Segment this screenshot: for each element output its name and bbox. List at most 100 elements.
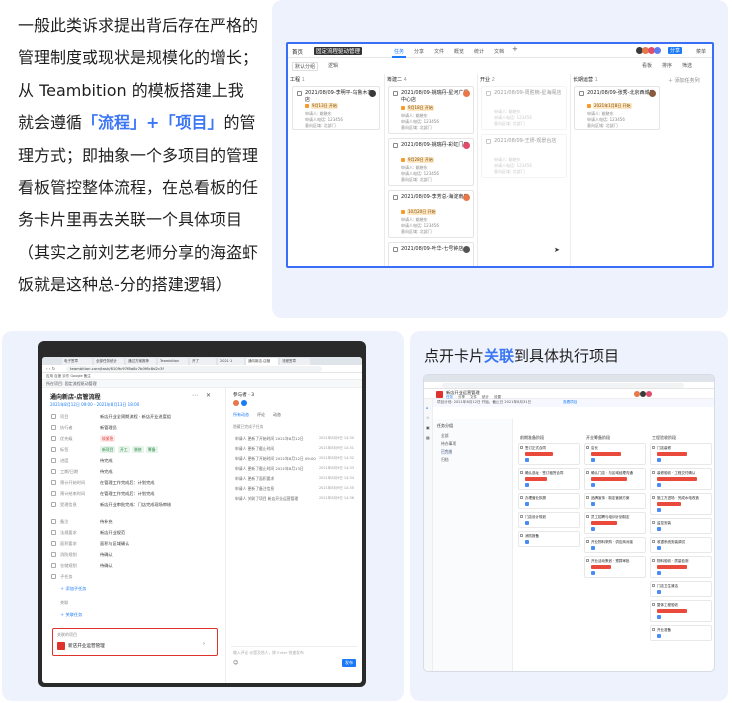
task-checkbox[interactable] [520,446,523,449]
field-row[interactable]: 法规要求 新店开业规范 [50,528,220,538]
hide-completed-toggle[interactable]: 隐藏已完成子任务 [233,424,263,430]
activity-tab-logs[interactable]: 动态 [273,412,281,418]
field-row[interactable]: 受理信息 新店开业审批完成：门店完成现场审核 [50,500,220,516]
browser-tab[interactable]: 全部任务统计 [94,358,124,365]
board-task-card[interactable]: 收银系统安装调试 [650,537,712,553]
field-row[interactable]: 备注 待补充 [50,517,220,527]
activity-tab-all[interactable]: 所有动态 [233,412,249,418]
tag-pill[interactable]: 筹备 [146,446,158,453]
member-avatar[interactable] [646,391,652,397]
chevron-right-icon[interactable]: › [203,641,205,647]
task-checkbox[interactable] [652,584,655,587]
field-row-tags[interactable]: 标签 新项目 开工 装修 筹备 [50,445,220,455]
task-checkbox[interactable] [652,446,655,449]
comment-box[interactable]: 输入评论 @提及他人，按 Enter 快速发布 ☺ 发布 [231,646,358,668]
task-checkbox[interactable] [393,91,398,96]
task-checkbox[interactable] [586,471,589,474]
tab-overview[interactable]: 概览 [454,48,464,55]
board-task-card[interactable]: 消防报备 [518,531,580,547]
task-checkbox[interactable] [586,559,589,562]
bookmarks-list[interactable]: 应用 百度 京东 Google 备注 [46,374,91,379]
field-row-subtasks[interactable]: 子任务 [50,572,220,582]
task-checkbox[interactable] [393,195,398,200]
tab-share[interactable]: 分享 [414,48,424,55]
tab-tasks[interactable]: 任务 [394,48,404,55]
member-avatar[interactable] [654,47,661,54]
task-checkbox[interactable] [652,521,655,524]
participant-avatar[interactable] [233,400,239,406]
board-task-card[interactable]: 签订正式合同 [518,443,580,465]
board-task-card[interactable]: 监控安装 [650,518,712,534]
project-switcher[interactable]: 固定流程驱动管理 [314,47,363,55]
board-task-card[interactable]: 装修验收 · 工程交付确认 [650,468,712,490]
tag-pill[interactable]: 新项目 [100,446,116,453]
activity-tab-comments[interactable]: 评论 [257,412,265,418]
task-checkbox[interactable] [652,628,655,631]
browser-tab[interactable]: 电子签章 [62,358,92,365]
close-icon[interactable]: ✕ [206,392,211,399]
board-task-card[interactable]: 开业物料采购 · 供应商对接 [584,537,646,553]
board-task-card[interactable]: 确认门店 · 与区域经理沟通 [584,468,646,490]
folder-icon[interactable]: ▣ [426,425,430,430]
board-task-card[interactable]: 店长 [584,443,646,465]
filter-button[interactable]: 筛选 [682,62,692,69]
task-checkbox[interactable] [579,91,584,96]
task-checkbox[interactable] [486,139,491,144]
tab-files[interactable]: 文件 [434,48,444,55]
add-link-button[interactable]: ＋ 关联任务 [60,612,82,618]
address-bar[interactable] [442,383,684,388]
task-checkbox[interactable] [393,247,398,252]
task-checkbox[interactable] [586,515,589,518]
sidebar-item[interactable]: 待办事项 [441,441,456,447]
linked-project-name[interactable]: 新店开业运营管理 [68,643,105,649]
home-icon[interactable]: ⌂ [426,405,429,410]
view-button[interactable]: 看板 [642,62,652,69]
address-bar[interactable]: teambition.com/task/6109c97f8a8c7b0f6c8d… [66,366,322,372]
board-task-card[interactable]: 办理营业执照 [518,493,580,509]
send-button[interactable]: 发布 [342,659,356,667]
field-row[interactable]: 工期/日期 待完成 [50,467,220,477]
tag-pill[interactable]: 装修 [132,446,144,453]
task-card[interactable]: 2021/08/09-张秀-北京西城店 2021年1月8日 开始 申请人: 姚晓… [574,86,660,130]
task-checkbox[interactable] [586,540,589,543]
task-checkbox[interactable] [486,91,491,96]
board-task-card[interactable]: 开业活动策划 · 预算审批 [584,556,646,578]
task-card[interactable]: 2021/08/09-姚瑞丹-星河广场中心店 9月18日 开始 申请人: 姚晓东… [388,86,474,134]
add-tab-icon[interactable]: + [512,45,518,53]
board-task-card[interactable]: 员工招聘与培训计划制定 [584,512,646,534]
board-task-card[interactable]: 确认选址 · 签订租赁合同 [518,468,580,490]
browser-tab[interactable]: 开了 [190,358,216,365]
task-time-range[interactable]: 2021年8月12日 09:00 - 2021年8月13日 18:00 [50,402,139,408]
logic-filter-button[interactable]: 逻辑 [328,62,338,69]
task-checkbox[interactable] [297,91,302,96]
task-checkbox[interactable] [520,515,523,518]
field-row[interactable]: 消防规划 待确认 [50,550,220,560]
field-row[interactable]: 预计结束时间 在管理工作完成后：计划完成 [50,489,220,499]
task-card[interactable]: 2021/08/09-姚瑞丹-彩虹门店 9月28日 开始 申请人: 姚晓东 申请… [388,138,474,186]
field-row-priority[interactable]: 优先级 较紧急 [50,434,220,444]
field-row[interactable]: 面积要求 面积与区域确认 [50,539,220,549]
task-checkbox[interactable] [652,496,655,499]
sidebar-item-active[interactable]: 已完成 [441,449,453,455]
task-card[interactable]: 2021/08/09-叶华-七号钟店 [388,242,474,266]
field-row[interactable]: 仓储规划 待确认 [50,561,220,571]
task-checkbox[interactable] [586,446,589,449]
field-row-project[interactable]: 项目 新店开业全周期流程 · 新店开业进度组 [50,412,220,422]
group-by-button[interactable]: 默认分组 [292,62,319,71]
banner-link[interactable]: 查看项目 [563,400,577,405]
browser-tab[interactable]: 流程签章 [280,358,310,365]
board-task-card[interactable]: 施工方进场 · 完成水电改造 [650,493,712,515]
sidebar-item[interactable]: 全部 [441,433,449,439]
task-checkbox[interactable] [393,143,398,148]
add-subtask-button[interactable]: ＋ 添加子任务 [60,586,86,592]
nav-arrows-icon[interactable]: ‹ › ↻ [46,366,55,371]
task-card[interactable]: 2021/08/09-王妍-观景台店 申请人: 姚晓东 申请人电话: 12345… [481,134,567,178]
comment-input[interactable]: 输入评论 @提及他人，按 Enter 快速发布 [233,650,304,656]
star-icon[interactable]: ☆ [426,415,430,420]
task-card[interactable]: 2021/08/09-周胜楠-星海阁店 申请人: 姚晓东 申请人电话: 1234… [481,86,567,130]
calendar-icon[interactable]: ▦ [426,435,430,440]
task-card[interactable]: 2021/08/09-李芳总-海淀南店 10月20日 开始 申请人: 姚晓东 申… [388,190,474,238]
sidebar-item[interactable]: 归档 [441,457,449,463]
field-row[interactable]: 预计开始时间 在管理工作完成后：计划完成 [50,478,220,488]
board-task-card[interactable]: 开业准备 [650,625,712,641]
